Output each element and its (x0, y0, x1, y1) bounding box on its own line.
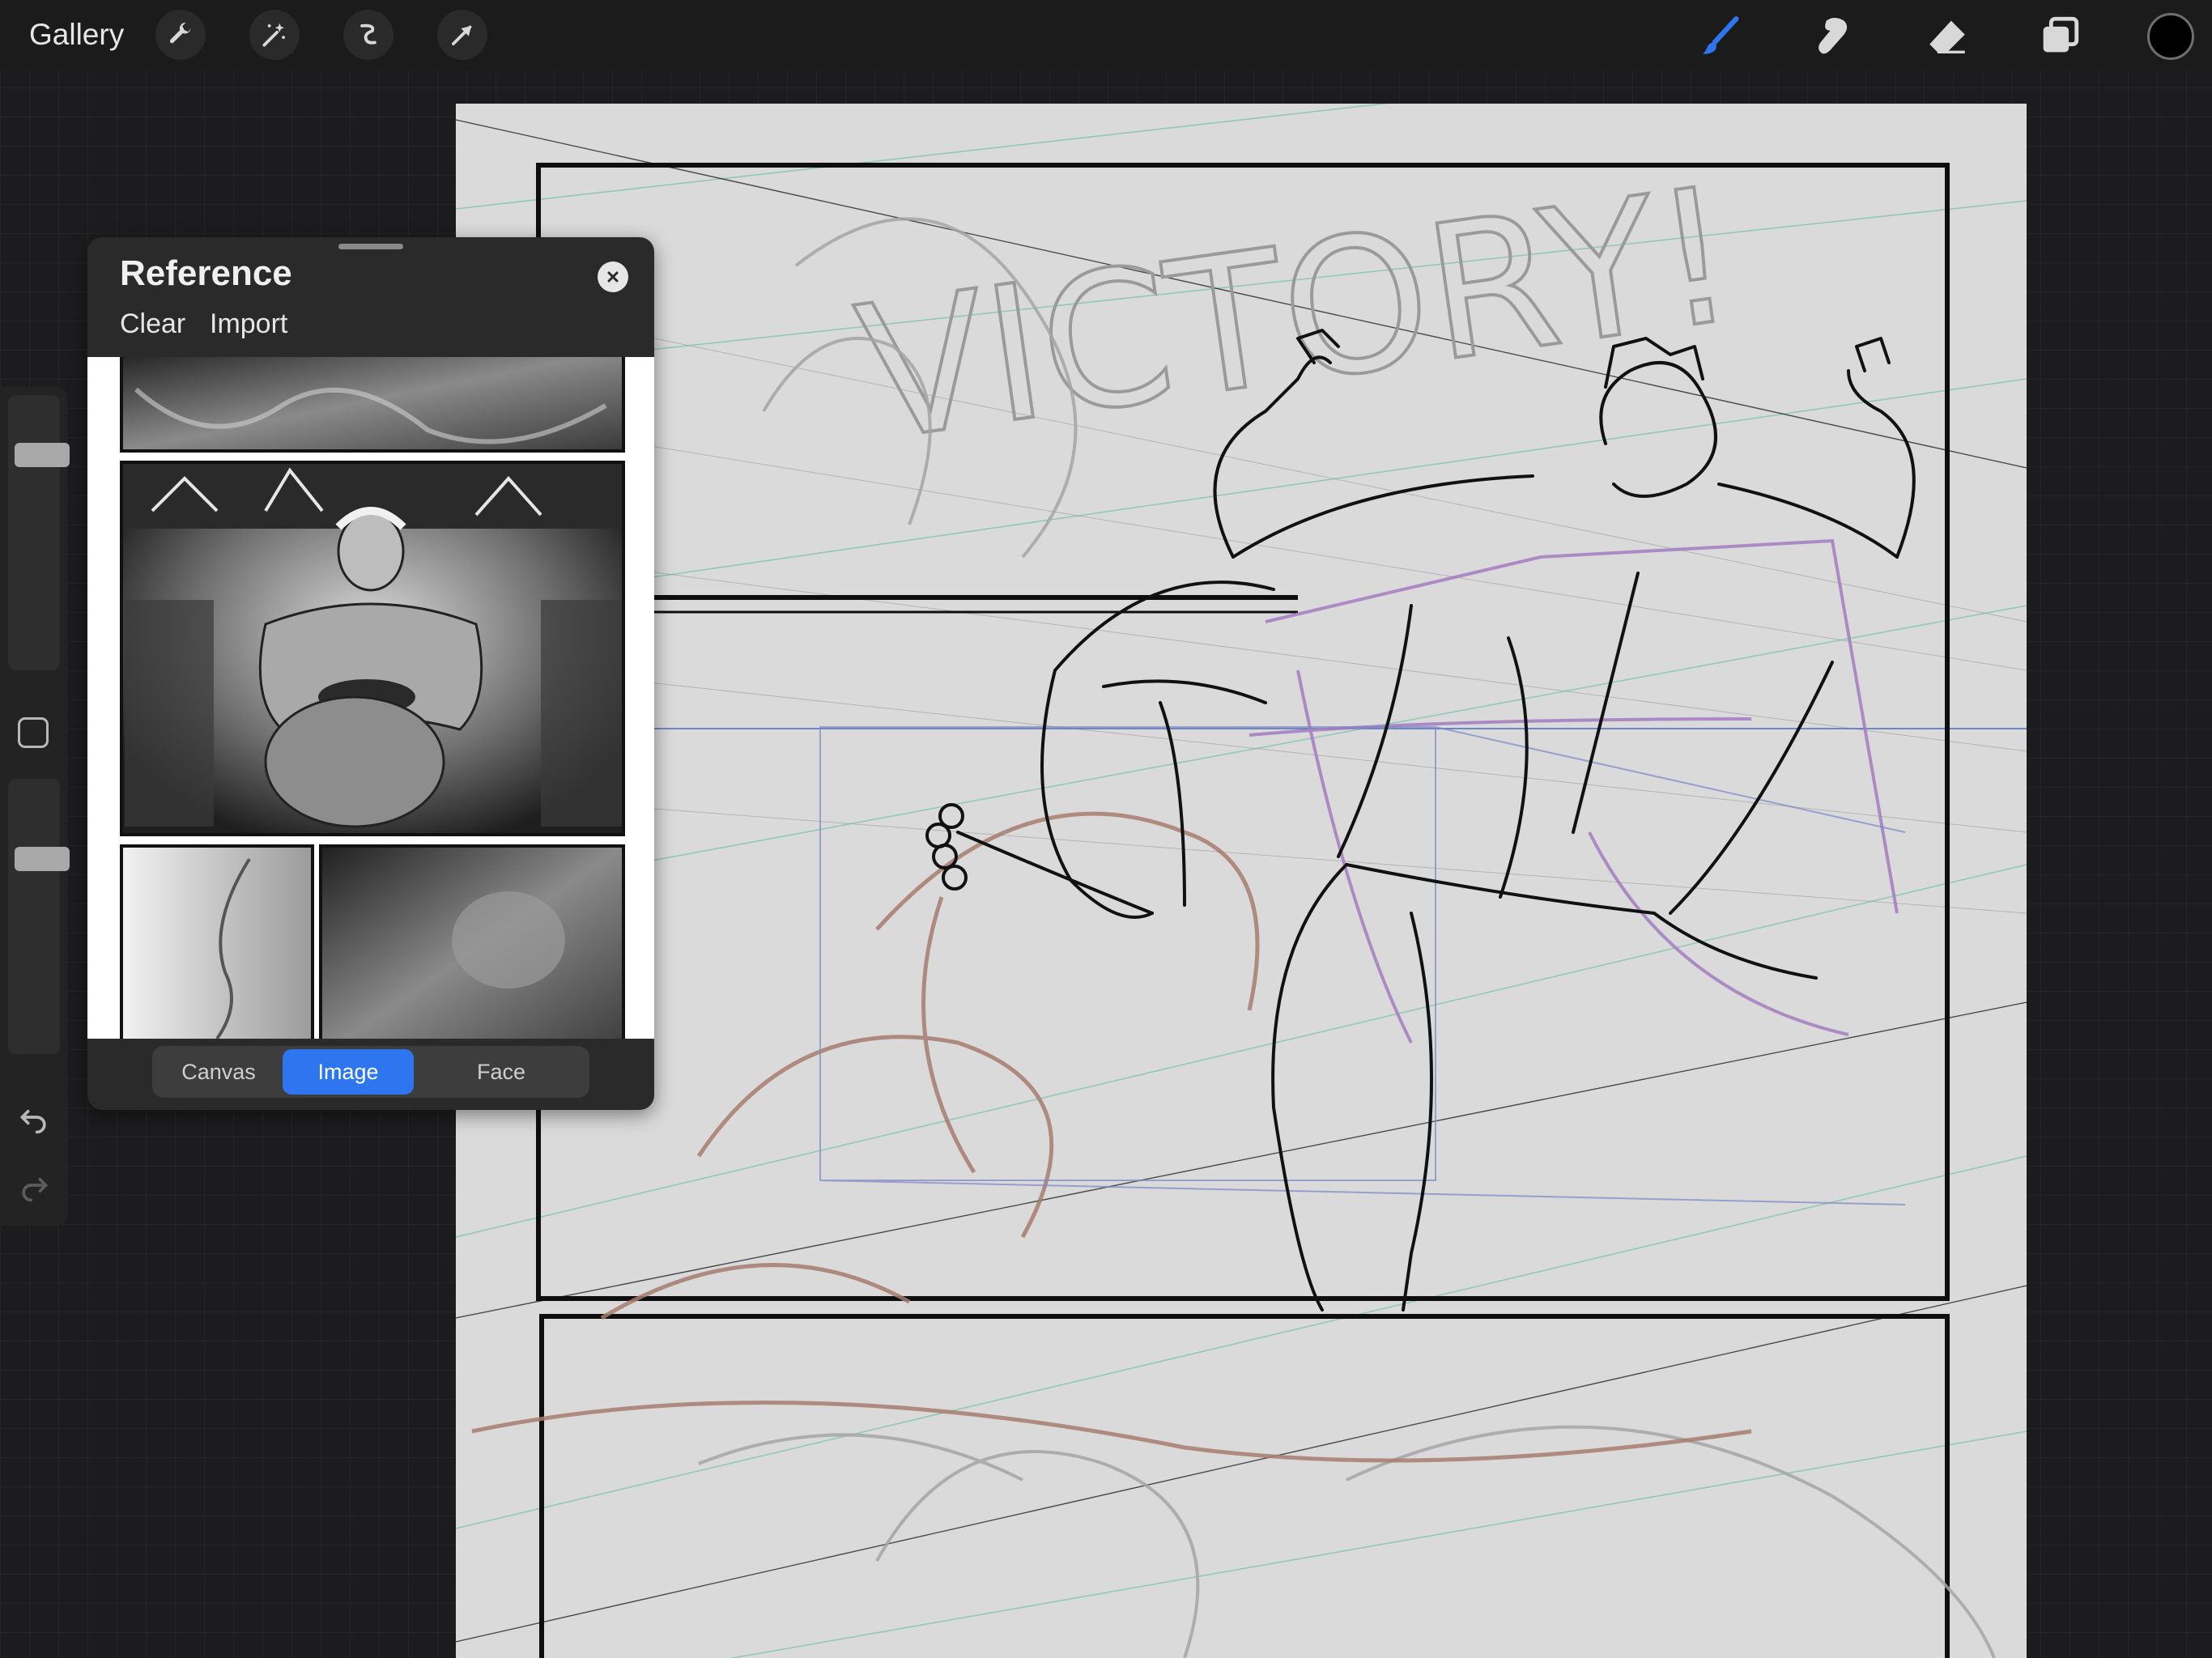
tab-face[interactable]: Face (416, 1049, 586, 1095)
color-swatch-button[interactable] (2147, 13, 2194, 60)
gallery-button[interactable]: Gallery (29, 18, 124, 52)
eraser-icon[interactable] (1922, 11, 1972, 62)
wrench-icon[interactable] (155, 10, 206, 60)
layers-icon[interactable] (2034, 11, 2084, 62)
opacity-slider[interactable] (8, 779, 70, 1054)
selection-icon[interactable] (343, 10, 393, 60)
drawing-canvas[interactable]: VICTORY! (456, 104, 2027, 1658)
lettering-sketch: VICTORY! (847, 147, 1747, 483)
square-modify-icon[interactable] (18, 717, 49, 748)
reference-image[interactable] (87, 357, 654, 1039)
undo-icon[interactable] (16, 1099, 52, 1135)
smudge-icon[interactable] (1807, 11, 1857, 62)
tab-canvas[interactable]: Canvas (155, 1049, 282, 1095)
opacity-thumb[interactable] (15, 847, 70, 871)
brush-size-slider[interactable] (8, 395, 70, 670)
magic-wand-icon[interactable] (249, 10, 300, 60)
reference-title: Reference (120, 253, 292, 293)
comic-page-image (120, 357, 625, 1039)
brush-icon[interactable] (1695, 11, 1746, 62)
import-button[interactable]: Import (210, 308, 287, 340)
panel-grabber[interactable] (338, 244, 403, 249)
reference-mode-segmented-control: Canvas Image Face (152, 1046, 589, 1098)
sketch-artwork: VICTORY! (456, 104, 2027, 1658)
top-toolbar: Gallery (0, 0, 2212, 70)
clear-button[interactable]: Clear (120, 308, 185, 340)
reference-panel[interactable]: Reference Clear Import Canvas Image Face (87, 237, 654, 1110)
close-icon[interactable] (598, 261, 628, 292)
left-sidebar (0, 387, 70, 1226)
transform-arrow-icon[interactable] (437, 10, 487, 60)
tab-image[interactable]: Image (283, 1049, 414, 1095)
redo-icon[interactable] (16, 1167, 52, 1203)
brush-size-thumb[interactable] (15, 443, 70, 467)
